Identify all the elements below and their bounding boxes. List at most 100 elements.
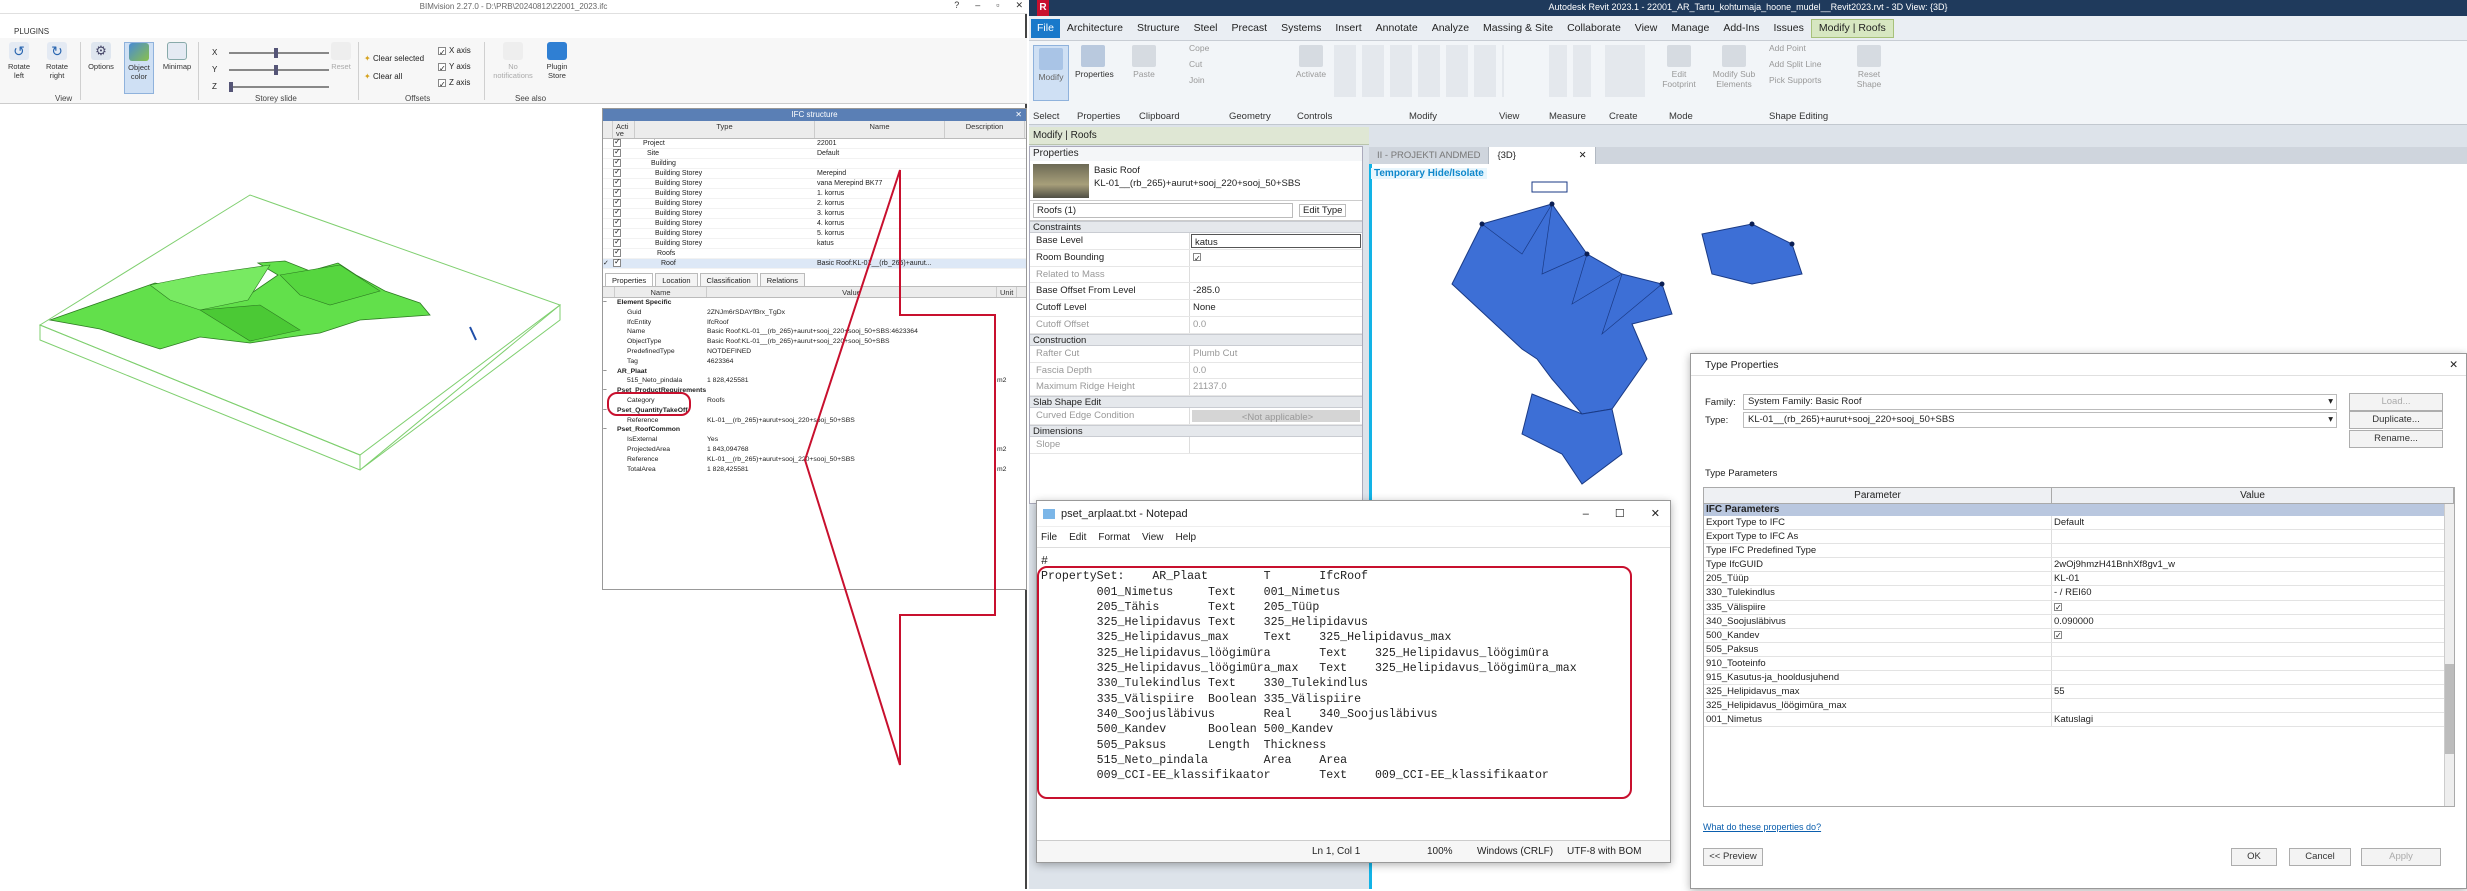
type-parameter-value[interactable] [2052, 671, 2454, 684]
expand-icon[interactable] [603, 308, 615, 318]
create-tools[interactable] [1605, 45, 1645, 97]
type-parameter-row[interactable]: 500_Kandev [1704, 628, 2454, 643]
properties-section-header[interactable]: Construction [1030, 333, 1362, 346]
expand-icon[interactable] [603, 199, 613, 208]
checkbox[interactable] [1193, 251, 1201, 266]
menu-structure[interactable]: Structure [1130, 22, 1187, 34]
checkbox[interactable] [613, 199, 621, 208]
active-checkbox-cell[interactable] [613, 199, 635, 208]
menu-annotate[interactable]: Annotate [1369, 22, 1425, 34]
active-checkbox-cell[interactable] [613, 189, 635, 198]
reset-button[interactable]: Reset [326, 42, 356, 71]
type-parameter-value[interactable] [2052, 530, 2454, 543]
expand-icon[interactable] [603, 139, 613, 148]
expand-icon[interactable] [603, 376, 615, 386]
preview-button[interactable]: << Preview [1703, 848, 1763, 866]
properties-section-header[interactable]: Constraints [1030, 221, 1362, 233]
rotate-right-button[interactable]: ↻ Rotate right [42, 42, 72, 80]
type-parameter-value[interactable]: KL-01 [2052, 572, 2454, 585]
expand-icon[interactable] [603, 209, 613, 218]
type-dropdown[interactable]: KL-01__(rb_265)+aurut+sooj_220+sooj_50+S… [1743, 412, 2337, 428]
roof-blue-shape[interactable] [1701, 223, 1803, 285]
checkbox[interactable] [2054, 601, 2062, 614]
expand-icon[interactable]: − [603, 298, 615, 308]
col-prop-name[interactable]: Name [615, 287, 707, 297]
checkbox[interactable] [2054, 629, 2062, 642]
z-axis-checkbox[interactable]: Z axis [438, 75, 471, 93]
expand-icon[interactable] [603, 179, 613, 188]
properties-section-header[interactable]: Slab Shape Edit [1030, 396, 1362, 409]
np-menu-edit[interactable]: Edit [1069, 532, 1086, 543]
expand-icon[interactable] [603, 357, 615, 367]
properties-button[interactable]: Properties [1075, 45, 1114, 79]
expand-icon[interactable] [603, 435, 615, 445]
col-description[interactable]: Description [945, 121, 1025, 138]
modify-button[interactable]: Modify [1033, 45, 1069, 101]
properties-section-header[interactable]: Dimensions [1030, 424, 1362, 437]
tab-3d[interactable]: {3D} ✕ [1489, 147, 1596, 164]
type-parameter-row[interactable]: 325_Helipidavus_löögimüra_max [1704, 699, 2454, 714]
slider-y[interactable]: Y [212, 61, 330, 78]
plugin-store-button[interactable]: Plugin Store [540, 42, 574, 80]
slider-handle[interactable] [228, 81, 233, 92]
menu-modify-roofs[interactable]: Modify | Roofs [1810, 18, 1894, 38]
tab-relations[interactable]: Relations [759, 273, 806, 286]
cancel-button[interactable]: Cancel [2289, 848, 2351, 866]
close-icon[interactable]: ✕ [1015, 0, 1023, 11]
expand-icon[interactable] [603, 416, 615, 426]
checkbox[interactable] [613, 239, 621, 248]
col-active[interactable]: Acti ve [613, 121, 635, 138]
col-type[interactable]: Type [635, 121, 815, 138]
type-parameter-row[interactable]: 335_Välispiire [1704, 600, 2454, 615]
menu-issues[interactable]: Issues [1767, 22, 1811, 34]
options-button[interactable]: ⚙ Options [86, 42, 116, 71]
type-parameter-value[interactable]: 0.090000 [2052, 615, 2454, 628]
close-icon[interactable]: ✕ [2449, 354, 2458, 376]
scrollbar-thumb[interactable] [2445, 664, 2454, 754]
slider-handle[interactable] [274, 64, 279, 75]
expand-icon[interactable] [603, 169, 613, 178]
duplicate-button[interactable]: Duplicate... [2349, 411, 2443, 429]
expand-icon[interactable]: − [603, 425, 615, 435]
type-parameter-value[interactable] [2052, 544, 2454, 557]
expand-icon[interactable] [603, 318, 615, 328]
menu-precast[interactable]: Precast [1225, 22, 1275, 34]
ifc-parameters-section[interactable]: IFC Parameters [1704, 504, 2454, 516]
join-button[interactable]: Join [1189, 75, 1229, 85]
modify-sub-elements-button[interactable]: Modify Sub Elements [1707, 45, 1761, 89]
property-row[interactable]: Maximum Ridge Height 21137.0 [1030, 379, 1362, 397]
menu-analyze[interactable]: Analyze [1425, 22, 1476, 34]
type-parameter-row[interactable]: 205_Tüüp KL-01 [1704, 572, 2454, 587]
checkbox[interactable] [438, 45, 446, 61]
property-value[interactable]: -285.0 [1190, 283, 1362, 299]
maximize-icon[interactable]: ▫ [996, 0, 999, 11]
apply-button[interactable]: Apply [2361, 848, 2441, 866]
np-menu-help[interactable]: Help [1176, 532, 1197, 543]
property-value[interactable] [1190, 250, 1362, 266]
active-checkbox-cell[interactable] [613, 249, 635, 258]
active-checkbox-cell[interactable] [613, 209, 635, 218]
expand-icon[interactable]: ✓ [603, 259, 613, 268]
property-row[interactable]: Slope [1030, 436, 1362, 454]
group-select[interactable]: Select [1033, 111, 1059, 122]
type-parameter-value[interactable]: Katuslagi [2052, 713, 2454, 726]
paste-button[interactable]: Paste [1129, 45, 1159, 79]
expand-icon[interactable] [603, 219, 613, 228]
add-point-button[interactable]: Add Point [1769, 43, 1849, 53]
expand-icon[interactable] [603, 455, 615, 465]
property-row[interactable]: Rafter Cut Plumb Cut [1030, 345, 1362, 363]
checkbox[interactable] [613, 219, 621, 228]
rotate-left-button[interactable]: ↺ Rotate left [4, 42, 34, 80]
tab-properties[interactable]: Properties [605, 273, 654, 286]
bim-3d-viewport[interactable] [0, 105, 600, 705]
type-selector[interactable]: Basic Roof KL-01__(rb_265)+aurut+sooj_22… [1030, 161, 1362, 201]
modify-tools-grid[interactable] [1334, 45, 1504, 97]
checkbox[interactable] [613, 169, 621, 178]
type-parameter-row[interactable]: 915_Kasutus-ja_hooldusjuhend [1704, 671, 2454, 686]
type-parameter-row[interactable]: 910_Tooteinfo [1704, 656, 2454, 672]
type-parameter-row[interactable]: Export Type to IFC Default [1704, 516, 2454, 531]
type-parameter-value[interactable] [2052, 643, 2454, 656]
edit-footprint-button[interactable]: Edit Footprint [1657, 45, 1701, 89]
instance-filter-dropdown[interactable]: Roofs (1) [1033, 203, 1293, 218]
expand-icon[interactable] [603, 159, 613, 168]
